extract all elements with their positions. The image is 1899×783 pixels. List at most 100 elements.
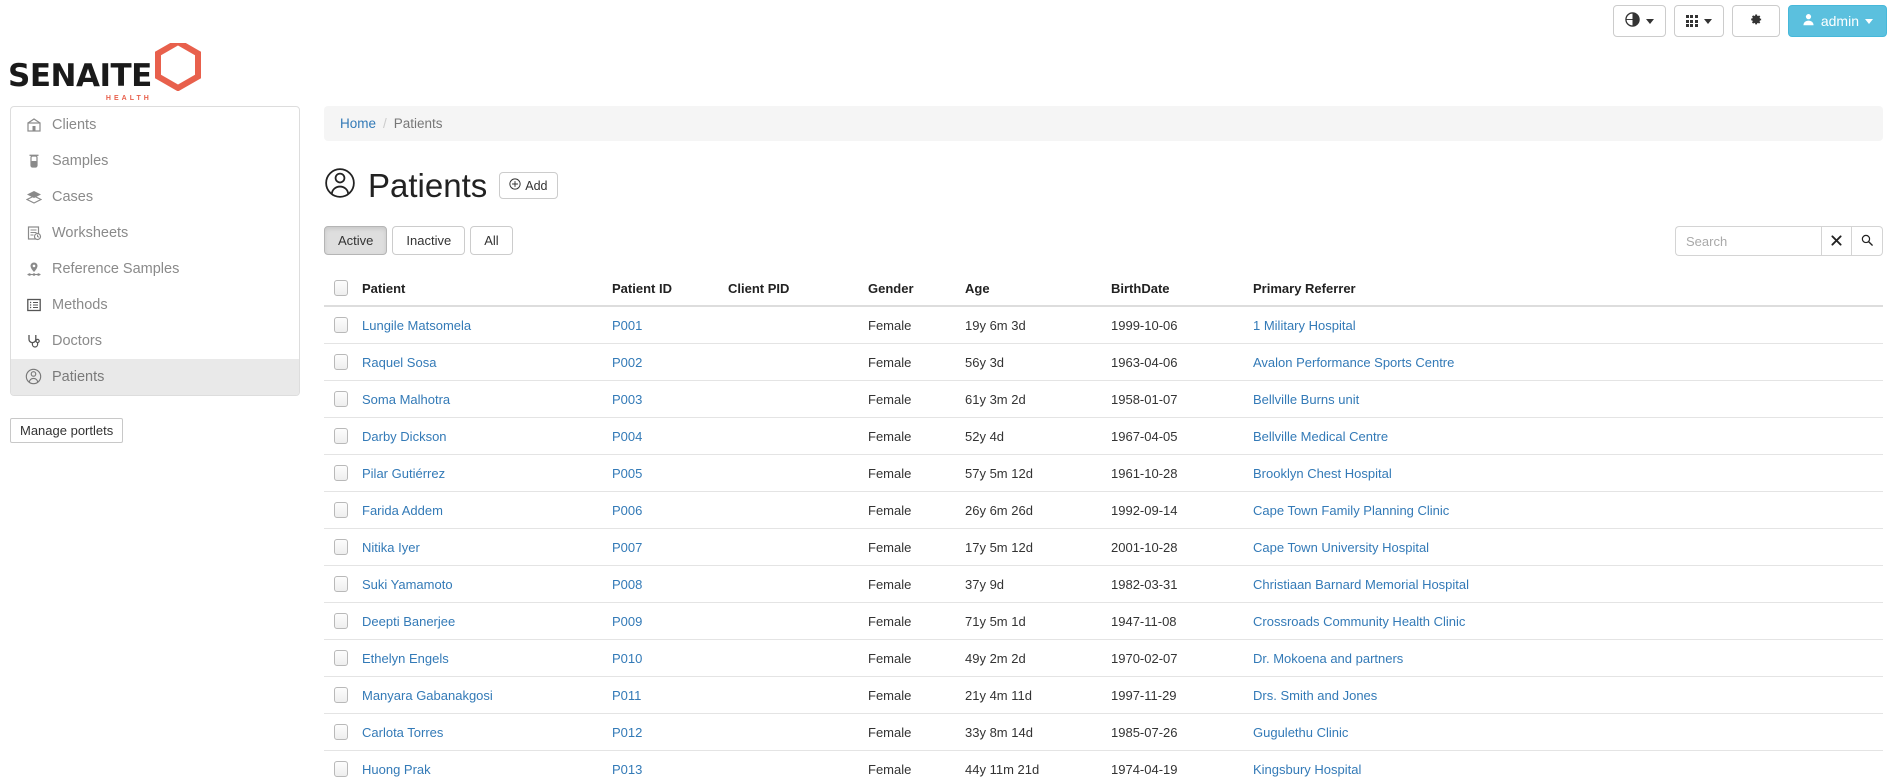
cell-gender: Female — [864, 565, 961, 603]
cell-primary-referrer-link[interactable]: Brooklyn Chest Hospital — [1253, 466, 1392, 481]
cell-patient-id-link[interactable]: P007 — [612, 540, 642, 555]
cell-primary-referrer-link[interactable]: Drs. Smith and Jones — [1253, 688, 1377, 703]
breadcrumb-home-link[interactable]: Home — [340, 116, 376, 131]
cell-patient-link[interactable]: Huong Prak — [362, 762, 431, 777]
cell-patient-link[interactable]: Soma Malhotra — [362, 392, 450, 407]
cell-primary-referrer-link[interactable]: Gugulethu Clinic — [1253, 725, 1348, 740]
chevron-down-icon — [1865, 18, 1873, 24]
row-select-cell — [324, 306, 358, 344]
sidebar-item-methods[interactable]: Methods — [11, 287, 299, 323]
filter-active-button[interactable]: Active — [324, 226, 388, 255]
cell-primary-referrer-link[interactable]: Kingsbury Hospital — [1253, 762, 1361, 777]
plus-circle-icon — [509, 178, 521, 193]
cell-primary-referrer-link[interactable]: Dr. Mokoena and partners — [1253, 651, 1403, 666]
cell-patient-id-link[interactable]: P012 — [612, 725, 642, 740]
cell-primary-referrer-link[interactable]: Crossroads Community Health Clinic — [1253, 614, 1465, 629]
cell-patient-id-link[interactable]: P004 — [612, 429, 642, 444]
row-select-checkbox[interactable] — [334, 391, 348, 407]
cell-primary-referrer-link[interactable]: Bellville Medical Centre — [1253, 429, 1388, 444]
add-patient-button[interactable]: Add — [499, 172, 558, 199]
sidebar-item-patients[interactable]: Patients — [11, 359, 299, 395]
cell-primary-referrer: 1 Military Hospital — [1249, 306, 1883, 344]
cell-patient-id-link[interactable]: P006 — [612, 503, 642, 518]
cell-age: 52y 4d — [961, 417, 1107, 455]
cell-gender: Female — [864, 528, 961, 566]
clear-search-button[interactable] — [1821, 226, 1852, 256]
manage-portlets-button[interactable]: Manage portlets — [10, 418, 124, 443]
cell-patient-id-link[interactable]: P011 — [612, 688, 641, 703]
cell-patient-id-link[interactable]: P008 — [612, 577, 642, 592]
sidebar-item-cases[interactable]: Cases — [11, 179, 299, 215]
cell-patient-id-link[interactable]: P002 — [612, 355, 642, 370]
filter-inactive-button[interactable]: Inactive — [392, 226, 466, 255]
cell-patient-link[interactable]: Carlota Torres — [362, 725, 443, 740]
user-menu-button[interactable]: admin — [1787, 5, 1887, 37]
filter-all-button[interactable]: All — [470, 226, 513, 255]
apps-menu-button[interactable] — [1673, 5, 1724, 37]
cell-patient-link[interactable]: Raquel Sosa — [362, 355, 436, 370]
cell-patient-link[interactable]: Lungile Matsomela — [362, 318, 471, 333]
settings-button[interactable] — [1731, 5, 1780, 37]
column-header-client-pid[interactable]: Client PID — [724, 274, 864, 307]
cell-patient-link[interactable]: Pilar Gutiérrez — [362, 466, 445, 481]
cell-patient-link[interactable]: Darby Dickson — [362, 429, 447, 444]
row-select-checkbox[interactable] — [334, 465, 348, 481]
senaite-logo[interactable]: SENAITE HEALTH — [8, 38, 202, 102]
row-select-checkbox[interactable] — [334, 650, 348, 666]
row-select-checkbox[interactable] — [334, 576, 348, 592]
row-select-checkbox[interactable] — [334, 502, 348, 518]
sidebar-item-doctors[interactable]: Doctors — [11, 323, 299, 359]
cell-primary-referrer-link[interactable]: Christiaan Barnard Memorial Hospital — [1253, 577, 1469, 592]
cell-patient-link[interactable]: Suki Yamamoto — [362, 577, 453, 592]
row-select-checkbox[interactable] — [334, 613, 348, 629]
cell-primary-referrer-link[interactable]: Bellville Burns unit — [1253, 392, 1359, 407]
reference-samples-icon — [25, 260, 42, 277]
row-select-checkbox[interactable] — [334, 724, 348, 740]
cell-primary-referrer-link[interactable]: Cape Town University Hospital — [1253, 540, 1429, 555]
cell-primary-referrer-link[interactable]: Cape Town Family Planning Clinic — [1253, 503, 1449, 518]
cell-patient-link[interactable]: Ethelyn Engels — [362, 651, 449, 666]
table-row: Nitika Iyer P007 Female 17y 5m 12d 2001-10-2… — [324, 528, 1883, 566]
cell-patient-link[interactable]: Farida Addem — [362, 503, 443, 518]
cell-primary-referrer-link[interactable]: Avalon Performance Sports Centre — [1253, 355, 1454, 370]
column-header-patient[interactable]: Patient — [358, 274, 608, 307]
cell-age: 19y 6m 3d — [961, 306, 1107, 344]
brand-name: SENAITE — [8, 58, 152, 94]
row-select-checkbox[interactable] — [334, 539, 348, 555]
cell-patient-id-link[interactable]: P005 — [612, 466, 642, 481]
column-header-gender[interactable]: Gender — [864, 274, 961, 307]
cell-patient-id-link[interactable]: P013 — [612, 762, 642, 777]
submit-search-button[interactable] — [1852, 226, 1883, 256]
cell-patient-id-link[interactable]: P003 — [612, 392, 642, 407]
cell-patient-link[interactable]: Nitika Iyer — [362, 540, 420, 555]
cell-patient-link[interactable]: Deepti Banerjee — [362, 614, 455, 629]
sidebar-item-reference-samples[interactable]: Reference Samples — [11, 251, 299, 287]
row-select-checkbox[interactable] — [334, 354, 348, 370]
sidebar-item-label: Cases — [52, 188, 94, 205]
row-select-cell — [324, 602, 358, 640]
search-input[interactable] — [1675, 226, 1821, 256]
cell-patient-id-link[interactable]: P010 — [612, 651, 642, 666]
cell-primary-referrer-link[interactable]: 1 Military Hospital — [1253, 318, 1356, 333]
column-header-age[interactable]: Age — [961, 274, 1107, 307]
listing-toolbar: Active Inactive All — [324, 226, 1883, 256]
select-all-checkbox[interactable] — [334, 280, 348, 296]
column-header-birthdate[interactable]: BirthDate — [1107, 274, 1249, 307]
column-header-patient-id[interactable]: Patient ID — [608, 274, 724, 307]
row-select-checkbox[interactable] — [334, 428, 348, 444]
cell-patient-id-link[interactable]: P001 — [612, 318, 642, 333]
cell-gender: Female — [864, 380, 961, 418]
row-select-checkbox[interactable] — [334, 687, 348, 703]
row-select-checkbox[interactable] — [334, 317, 348, 333]
row-select-checkbox[interactable] — [334, 761, 348, 777]
sidebar-item-samples[interactable]: Samples — [11, 143, 299, 179]
cell-patient-link[interactable]: Manyara Gabanakgosi — [362, 688, 493, 703]
column-header-primary-referrer[interactable]: Primary Referrer — [1249, 274, 1883, 307]
cell-patient-id: P008 — [608, 565, 724, 603]
language-selector-button[interactable] — [1612, 5, 1666, 37]
cell-patient-id-link[interactable]: P009 — [612, 614, 642, 629]
sidebar-item-worksheets[interactable]: Worksheets — [11, 215, 299, 251]
cell-birthdate: 1997-11-29 — [1107, 676, 1249, 714]
cell-patient-id: P005 — [608, 454, 724, 492]
sidebar-item-clients[interactable]: Clients — [11, 107, 299, 143]
